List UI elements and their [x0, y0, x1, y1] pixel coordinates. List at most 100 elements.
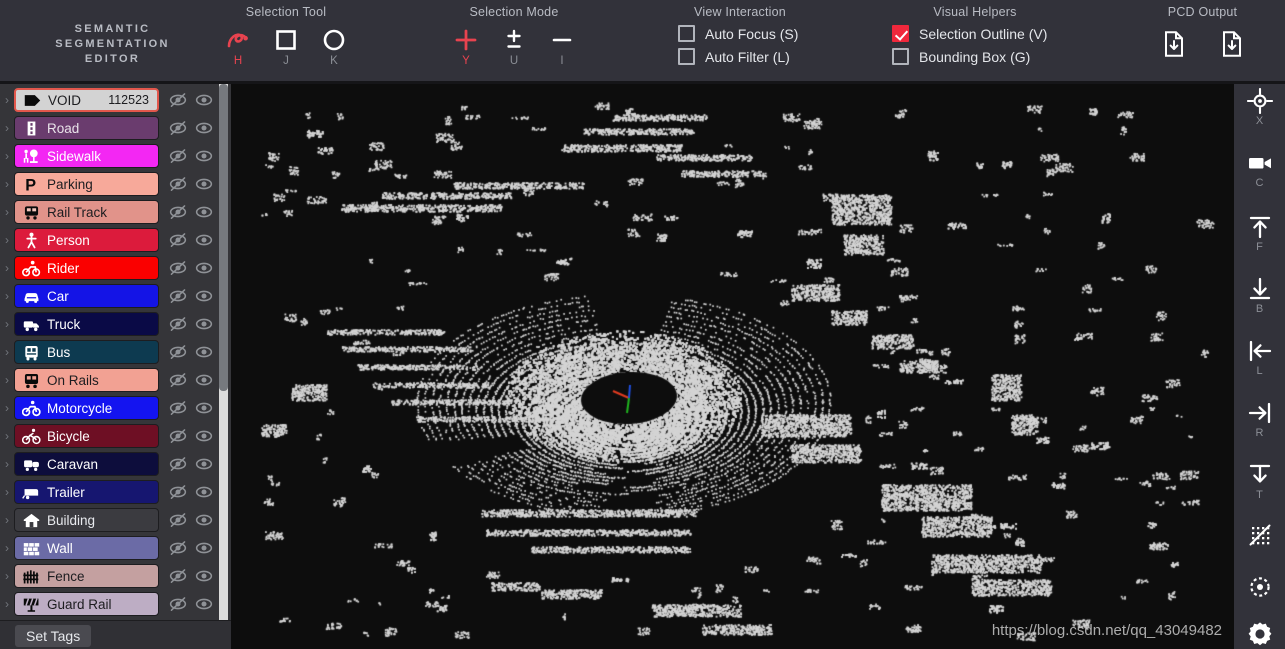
isolate-class-button[interactable]	[195, 203, 213, 221]
hide-class-button[interactable]	[169, 91, 187, 109]
point-cloud-canvas[interactable]	[231, 84, 1234, 649]
checkbox-auto-focus[interactable]: Auto Focus (S)	[678, 25, 830, 42]
class-chip[interactable]: Person	[14, 228, 159, 252]
checkbox-selection-outline[interactable]: Selection Outline (V)	[892, 25, 1080, 42]
rail-left-view[interactable]: L	[1234, 336, 1285, 377]
settings-button[interactable]	[1243, 619, 1277, 649]
expand-caret-icon[interactable]: ›	[0, 228, 14, 252]
mode-add[interactable]: Y	[450, 26, 482, 67]
set-tags-button[interactable]: Set Tags	[15, 625, 92, 647]
hide-class-button[interactable]	[169, 287, 187, 305]
isolate-class-button[interactable]	[195, 147, 213, 165]
hide-class-button[interactable]	[169, 203, 187, 221]
class-row[interactable]: › Guard Rail	[0, 592, 220, 616]
expand-caret-icon[interactable]: ›	[0, 536, 14, 560]
isolate-class-button[interactable]	[195, 539, 213, 557]
expand-caret-icon[interactable]: ›	[0, 564, 14, 588]
expand-caret-icon[interactable]: ›	[0, 284, 14, 308]
hide-class-button[interactable]	[169, 147, 187, 165]
isolate-class-button[interactable]	[195, 567, 213, 585]
hide-class-button[interactable]	[169, 567, 187, 585]
class-chip[interactable]: On Rails	[14, 368, 159, 392]
expand-caret-icon[interactable]: ›	[0, 312, 14, 336]
selection-outline-checkbox[interactable]	[892, 25, 909, 42]
bounding-box-checkbox[interactable]	[892, 48, 909, 65]
expand-caret-icon[interactable]: ›	[0, 200, 14, 224]
isolate-class-button[interactable]	[195, 343, 213, 361]
rail-toggle-focus[interactable]	[1234, 572, 1285, 602]
isolate-class-button[interactable]	[195, 119, 213, 137]
hide-class-button[interactable]	[169, 539, 187, 557]
expand-caret-icon[interactable]: ›	[0, 452, 14, 476]
class-row[interactable]: › Sidewalk	[0, 144, 220, 168]
pcd-export-button[interactable]	[1216, 30, 1248, 58]
expand-caret-icon[interactable]: ›	[0, 368, 14, 392]
expand-caret-icon[interactable]: ›	[0, 172, 14, 196]
isolate-class-button[interactable]	[195, 399, 213, 417]
class-chip[interactable]: Car	[14, 284, 159, 308]
point-cloud-viewport[interactable]: https://blog.csdn.net/qq_43049482	[231, 84, 1234, 649]
isolate-class-button[interactable]	[195, 455, 213, 473]
isolate-class-button[interactable]	[195, 287, 213, 305]
hide-class-button[interactable]	[169, 483, 187, 501]
pcd-save-button[interactable]	[1158, 30, 1190, 58]
expand-caret-icon[interactable]: ›	[0, 116, 14, 140]
isolate-class-button[interactable]	[195, 315, 213, 333]
hide-class-button[interactable]	[169, 427, 187, 445]
hide-class-button[interactable]	[169, 175, 187, 193]
class-chip[interactable]: Guard Rail	[14, 592, 159, 616]
hide-class-button[interactable]	[169, 119, 187, 137]
class-row[interactable]: › Building	[0, 508, 220, 532]
tool-lasso[interactable]: H	[222, 26, 254, 67]
hide-class-button[interactable]	[169, 455, 187, 473]
class-row[interactable]: › Bus	[0, 340, 220, 364]
class-row[interactable]: › Truck	[0, 312, 220, 336]
expand-caret-icon[interactable]: ›	[0, 480, 14, 504]
expand-caret-icon[interactable]: ›	[0, 592, 14, 616]
mode-toggle[interactable]: U	[498, 26, 530, 67]
class-chip[interactable]: Rider	[14, 256, 159, 280]
class-chip[interactable]: Motorcycle	[14, 396, 159, 420]
checkbox-auto-filter[interactable]: Auto Filter (L)	[678, 48, 830, 65]
hide-class-button[interactable]	[169, 595, 187, 613]
mode-subtract[interactable]: I	[546, 26, 578, 67]
isolate-class-button[interactable]	[195, 483, 213, 501]
class-row[interactable]: › VOID 112523	[0, 88, 220, 112]
class-row[interactable]: › Wall	[0, 536, 220, 560]
class-list-scrollbar-thumb[interactable]	[219, 84, 228, 391]
expand-caret-icon[interactable]: ›	[0, 508, 14, 532]
class-row[interactable]: › On Rails	[0, 368, 220, 392]
rail-right-view[interactable]: R	[1234, 398, 1285, 439]
class-chip[interactable]: Sidewalk	[14, 144, 159, 168]
rail-toggle-points[interactable]	[1234, 520, 1285, 550]
class-chip[interactable]: Trailer	[14, 480, 159, 504]
hide-class-button[interactable]	[169, 511, 187, 529]
rail-back-view[interactable]: B	[1234, 274, 1285, 315]
class-chip[interactable]: Caravan	[14, 452, 159, 476]
hide-class-button[interactable]	[169, 371, 187, 389]
expand-caret-icon[interactable]: ›	[0, 256, 14, 280]
class-chip[interactable]: Fence	[14, 564, 159, 588]
class-chip[interactable]: Road	[14, 116, 159, 140]
hide-class-button[interactable]	[169, 231, 187, 249]
rail-center-view[interactable]: X	[1234, 86, 1285, 127]
class-row[interactable]: › Motorcycle	[0, 396, 220, 420]
class-row[interactable]: › Road	[0, 116, 220, 140]
class-chip[interactable]: Rail Track	[14, 200, 159, 224]
isolate-class-button[interactable]	[195, 259, 213, 277]
class-chip[interactable]: Bus	[14, 340, 159, 364]
expand-caret-icon[interactable]: ›	[0, 340, 14, 364]
class-row[interactable]: › Trailer	[0, 480, 220, 504]
isolate-class-button[interactable]	[195, 595, 213, 613]
expand-caret-icon[interactable]: ›	[0, 424, 14, 448]
class-row[interactable]: › Rail Track	[0, 200, 220, 224]
rail-camera-view[interactable]: C	[1234, 148, 1285, 189]
rail-front-view[interactable]: F	[1234, 212, 1285, 253]
expand-caret-icon[interactable]: ›	[0, 144, 14, 168]
hide-class-button[interactable]	[169, 399, 187, 417]
class-chip[interactable]: Bicycle	[14, 424, 159, 448]
hide-class-button[interactable]	[169, 315, 187, 333]
isolate-class-button[interactable]	[195, 427, 213, 445]
class-chip[interactable]: VOID 112523	[14, 88, 159, 112]
isolate-class-button[interactable]	[195, 91, 213, 109]
